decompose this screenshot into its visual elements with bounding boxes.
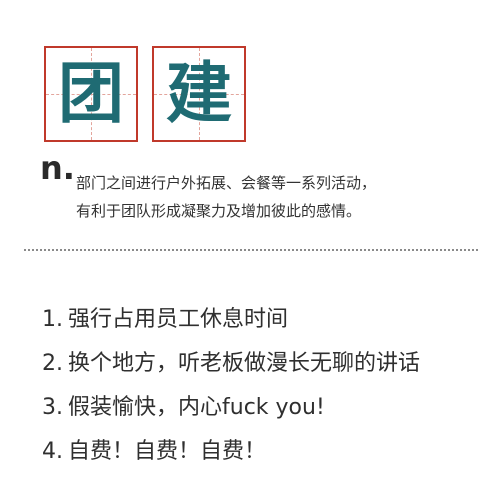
part-of-speech: n. [40,149,75,187]
list-item-number: 1. [42,307,63,332]
list-item: 3. 假装愉快，内心fuck you! [42,386,420,430]
list-item: 2. 换个地方，听老板做漫长无聊的讲话 [42,342,420,386]
list-item-number: 4. [42,439,63,464]
title-char-tuan: 团 [58,55,124,132]
numbered-list: 1. 强行占用员工休息时间 2. 换个地方，听老板做漫长无聊的讲话 3. 假装愉快，内… [42,298,420,474]
list-item-number: 3. [42,395,63,420]
char-box-jian: 建 [152,46,246,142]
list-item-text: 假装愉快，内心fuck you! [68,395,325,420]
list-item-text: 换个地方，听老板做漫长无聊的讲话 [68,351,421,376]
list-item-text: 自费！自费！自费！ [68,439,267,464]
list-item-number: 2. [42,351,63,376]
dotted-divider [24,249,478,251]
list-item: 1. 强行占用员工休息时间 [42,298,420,342]
list-item-text: 强行占用员工休息时间 [68,307,289,332]
definition-line-1: 部门之间进行户外拓展、会餐等一系列活动， [76,174,377,192]
list-item: 4. 自费！自费！自费！ [42,430,420,474]
definition-line-2: 有利于团队形成凝聚力及增加彼此的感情。 [76,202,362,220]
title-char-jian: 建 [166,55,232,132]
char-box-tuan: 团 [44,46,138,142]
